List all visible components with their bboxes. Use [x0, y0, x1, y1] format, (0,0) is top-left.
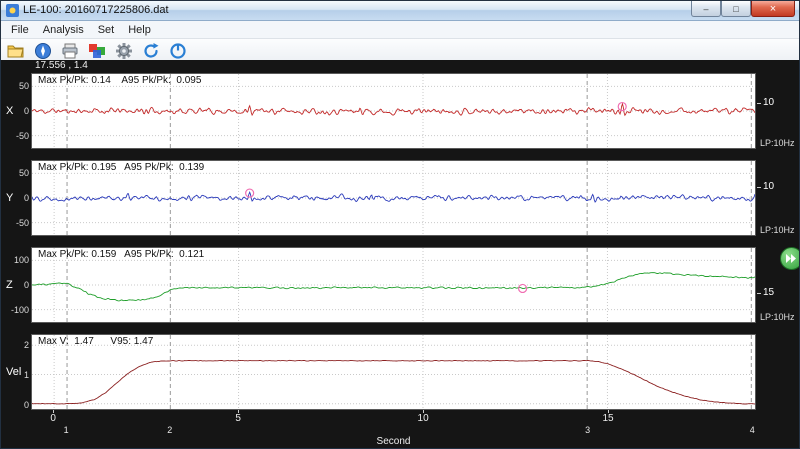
close-button[interactable]: × [751, 1, 795, 17]
x-tick-label: 15 [602, 413, 614, 424]
y-tick-label: -100 [10, 305, 29, 316]
window-controls: – □ × [691, 1, 795, 20]
channel-row-y: Y 50 0 -50 Max Pk/Pk: 0.195 A95 Pk/Pk: 0.139… [1, 160, 799, 236]
x-tick-label: 5 [235, 413, 241, 424]
x-axis-label: Second [376, 436, 411, 447]
y-axis-y: Y 50 0 -50 [1, 160, 31, 236]
filter-label: LP:10Hz [760, 225, 795, 235]
print-icon[interactable] [60, 41, 80, 61]
titlebar[interactable]: LE-100: 20160717225806.dat – □ × [1, 1, 799, 21]
scale-value: 10 [756, 97, 775, 109]
menu-analysis[interactable]: Analysis [36, 23, 91, 37]
y-axis-x: X 50 0 -50 [1, 73, 31, 149]
open-file-icon[interactable] [6, 41, 26, 61]
stats-x: Max Pk/Pk: 0.14 A95 Pk/Pk: 0.095 [38, 75, 202, 86]
x-tick-label: 0 [50, 413, 56, 424]
channel-row-x: X 50 0 -50 Max Pk/Pk: 0.14 A95 Pk/Pk: 0.095 1… [1, 73, 799, 149]
cursor-marker-label: 3 [585, 425, 591, 435]
y-axis-z: Z 100 0 -100 [1, 247, 31, 323]
y-tick-label: -50 [15, 218, 29, 229]
y-tick-label: 2 [23, 339, 29, 350]
y-tick-label: 1 [23, 369, 29, 380]
menu-help[interactable]: Help [121, 23, 158, 37]
settings-gear-icon[interactable] [114, 41, 134, 61]
color-display-icon[interactable] [87, 41, 107, 61]
filter-label: LP:10Hz [760, 312, 795, 322]
maximize-button[interactable]: □ [721, 1, 751, 17]
stats-y: Max Pk/Pk: 0.195 A95 Pk/Pk: 0.139 [38, 162, 205, 173]
plot-y[interactable]: Max Pk/Pk: 0.195 A95 Pk/Pk: 0.139 [31, 160, 756, 236]
y-tick-label: 50 [18, 167, 29, 178]
scale-value: 10 [756, 181, 775, 193]
y-tick-label: 0 [23, 106, 29, 116]
window-title: LE-100: 20160717225806.dat [23, 4, 169, 16]
y-tick-label: -50 [15, 131, 29, 142]
right-labels-vel [756, 334, 799, 410]
stats-vel: Max V: 1.47 V95: 1.47 [38, 336, 154, 347]
right-labels-x: 10 LP:10Hz [756, 73, 799, 149]
cursor-marker-label: 1 [63, 425, 69, 435]
y-axis-vel: Vel 2 1 0 [1, 334, 31, 410]
menu-file[interactable]: File [4, 23, 36, 37]
menubar: File Analysis Set Help [1, 21, 799, 39]
cursor-readout: 17.556 , 1.4 [35, 60, 88, 71]
channels: X 50 0 -50 Max Pk/Pk: 0.14 A95 Pk/Pk: 0.095 1… [1, 73, 799, 410]
plot-x[interactable]: Max Pk/Pk: 0.14 A95 Pk/Pk: 0.095 [31, 73, 756, 149]
y-tick-label: 0 [23, 280, 29, 290]
plot-vel[interactable]: Max V: 1.47 V95: 1.47 [31, 334, 756, 410]
menu-set[interactable]: Set [91, 23, 122, 37]
minimize-button[interactable]: – [691, 1, 721, 17]
right-labels-y: 10 LP:10Hz [756, 160, 799, 236]
x-tick-label: 10 [417, 413, 429, 424]
compass-view-icon[interactable] [33, 41, 53, 61]
app-window: LE-100: 20160717225806.dat – □ × File Ana… [0, 0, 800, 449]
y-tick-label: 0 [23, 193, 29, 203]
scale-value: 15 [756, 286, 775, 298]
channel-row-z: Z 100 0 -100 Max Pk/Pk: 0.159 A95 Pk/Pk: 0.1… [1, 247, 799, 323]
plot-z[interactable]: Max Pk/Pk: 0.159 A95 Pk/Pk: 0.121 [31, 247, 756, 323]
double-arrow-icon [786, 254, 796, 263]
time-axis: Second 0 5 10 15 1 2 3 4 [31, 410, 756, 448]
y-tick-label: 100 [13, 254, 29, 265]
chart-area: 17.556 , 1.4 X 50 0 -50 Max Pk/Pk: 0.14 A95 … [1, 60, 799, 448]
stats-z: Max Pk/Pk: 0.159 A95 Pk/Pk: 0.121 [38, 249, 205, 260]
y-tick-label: 0 [23, 399, 29, 410]
refresh-icon[interactable] [141, 41, 161, 61]
cursor-marker-label: 4 [749, 425, 755, 435]
y-tick-label: 50 [18, 80, 29, 91]
filter-label: LP:10Hz [760, 138, 795, 148]
app-icon [6, 4, 19, 17]
cursor-marker-label: 2 [167, 425, 173, 435]
quick-access-button[interactable] [780, 247, 799, 270]
channel-row-vel: Vel 2 1 0 Max V: 1.47 V95: 1.47 [1, 334, 799, 410]
power-icon[interactable] [168, 41, 188, 61]
